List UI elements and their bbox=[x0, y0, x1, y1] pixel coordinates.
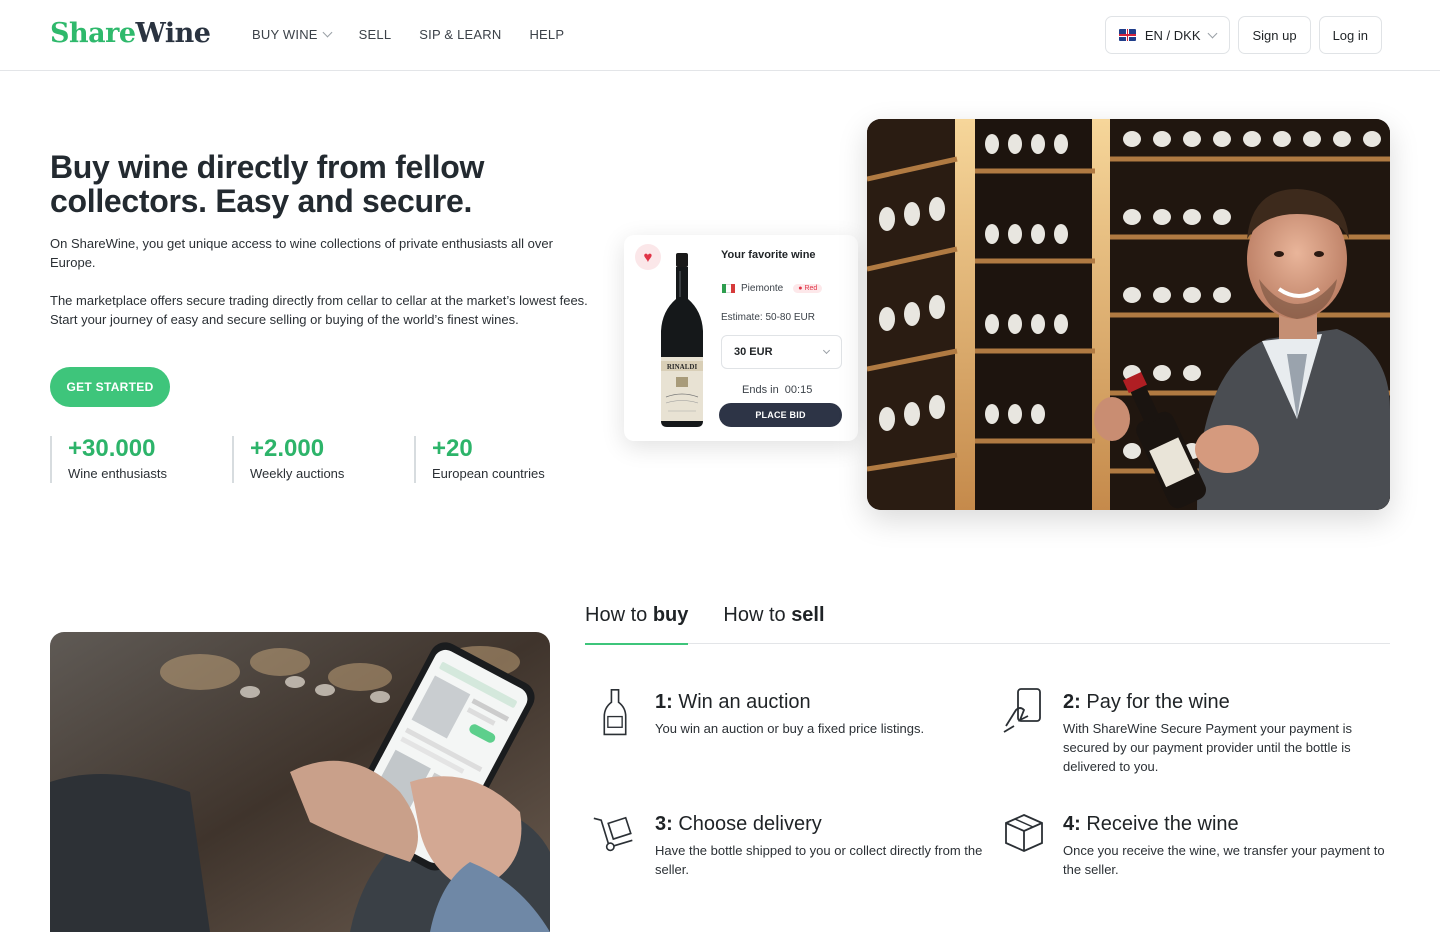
stat-value: +2.000 bbox=[250, 435, 325, 462]
get-started-button[interactable]: GET STARTED bbox=[50, 367, 170, 407]
stat-enthusiasts: +30.000 Wine enthusiasts bbox=[50, 436, 167, 483]
step-title-text: Pay for the wine bbox=[1080, 691, 1230, 713]
step-number: 2: bbox=[1063, 691, 1081, 713]
hero-cellar-image bbox=[867, 119, 1390, 510]
step-number: 4: bbox=[1063, 813, 1081, 835]
language-label: EN / DKK bbox=[1144, 27, 1201, 43]
step-title: 1: Win an auction bbox=[655, 690, 985, 714]
step-title: 2: Pay for the wine bbox=[1063, 690, 1390, 714]
nav-sell[interactable]: SELL bbox=[359, 27, 392, 42]
card-region: Piemonte ● Red bbox=[722, 283, 823, 294]
signup-button[interactable]: Sign up bbox=[1238, 16, 1311, 54]
nav-buy-wine-label: BUY WINE bbox=[252, 27, 318, 42]
nav-buy-wine[interactable]: BUY WINE bbox=[252, 27, 333, 42]
nav-help-label: HELP bbox=[529, 27, 565, 42]
chevron-down-icon bbox=[1208, 28, 1218, 38]
package-icon bbox=[1005, 814, 1043, 852]
hero-paragraph-1: On ShareWine, you get unique access to w… bbox=[50, 236, 553, 270]
uk-flag-icon bbox=[1118, 29, 1136, 41]
bottle-label-text: RINALDI bbox=[667, 363, 698, 371]
wine-bottle-image: RINALDI bbox=[661, 253, 703, 427]
nav-sip-learn[interactable]: SIP & LEARN bbox=[419, 27, 501, 42]
tab-prefix: How to bbox=[723, 604, 792, 626]
card-estimate: Estimate: 50-80 EUR bbox=[721, 312, 815, 323]
step-description: You win an auction or buy a fixed price … bbox=[655, 721, 925, 736]
stat-countries: +20 European countries bbox=[414, 436, 545, 483]
login-button[interactable]: Log in bbox=[1318, 16, 1382, 54]
step-3: 3: Choose delivery Have the bottle shipp… bbox=[655, 812, 985, 879]
step-title: 4: Receive the wine bbox=[1063, 812, 1390, 836]
italy-flag-icon bbox=[722, 284, 735, 293]
wine-type-badge: ● Red bbox=[793, 284, 823, 293]
step-number: 3: bbox=[655, 813, 673, 835]
hand-truck-icon bbox=[593, 816, 633, 852]
nav-sip-learn-label: SIP & LEARN bbox=[419, 27, 502, 42]
stat-label: European countries bbox=[432, 466, 545, 481]
hero-title: Buy wine directly from fellow collectors… bbox=[50, 149, 485, 219]
step-4: 4: Receive the wine Once you receive the… bbox=[1063, 812, 1390, 879]
nav-help[interactable]: HELP bbox=[529, 27, 564, 42]
main-nav: BUY WINE SELL SIP & LEARN HELP bbox=[252, 27, 564, 42]
step-2: 2: Pay for the wine With ShareWine Secur… bbox=[1063, 690, 1390, 776]
card-title: Your favorite wine bbox=[721, 249, 816, 261]
bid-amount-select[interactable]: 30 EUR bbox=[721, 335, 842, 369]
tab-prefix: How to bbox=[585, 604, 653, 626]
stat-label: Weekly auctions bbox=[250, 466, 345, 481]
chevron-down-icon bbox=[822, 346, 831, 354]
site-header: ShareWine BUY WINE SELL SIP & LEARN HELP… bbox=[0, 0, 1440, 71]
chevron-down-icon bbox=[322, 27, 333, 38]
step-title-text: Receive the wine bbox=[1080, 813, 1239, 835]
logo-wine: Wine bbox=[135, 18, 211, 49]
region-label: Piemonte bbox=[741, 283, 784, 294]
tab-how-to-buy[interactable]: How to buy bbox=[585, 604, 689, 645]
stat-label: Wine enthusiasts bbox=[68, 466, 167, 481]
stat-value: +30.000 bbox=[68, 435, 156, 462]
step-title-text: Win an auction bbox=[672, 691, 811, 713]
place-bid-button[interactable]: PLACE BID bbox=[719, 403, 842, 427]
bid-amount-value: 30 EUR bbox=[734, 346, 773, 358]
phone-app-image bbox=[50, 632, 550, 932]
signup-label: Sign up bbox=[1252, 27, 1297, 43]
payment-icon bbox=[1003, 688, 1041, 733]
language-selector[interactable]: EN / DKK bbox=[1104, 16, 1231, 54]
auction-countdown: Ends in 00:15 bbox=[742, 384, 813, 396]
step-title: 3: Choose delivery bbox=[655, 812, 985, 836]
tab-bold: buy bbox=[652, 604, 689, 626]
bottle-icon bbox=[603, 688, 627, 736]
step-description: Once you receive the wine, we transfer y… bbox=[1063, 843, 1385, 877]
nav-sell-label: SELL bbox=[358, 27, 392, 42]
step-description: Have the bottle shipped to you or collec… bbox=[655, 843, 983, 877]
hero-paragraph-2: The marketplace offers secure trading di… bbox=[50, 293, 588, 327]
step-number: 1: bbox=[655, 691, 673, 713]
stat-auctions: +2.000 Weekly auctions bbox=[232, 436, 344, 483]
wine-auction-card: ♥ RINALDI Your favorite wine Piemonte ● … bbox=[624, 235, 858, 441]
header-actions: EN / DKK Sign up Log in bbox=[1104, 16, 1382, 54]
login-label: Log in bbox=[1332, 27, 1368, 43]
wine-type-label: Red bbox=[804, 285, 818, 292]
sharewine-logo[interactable]: ShareWine bbox=[50, 18, 211, 49]
step-1: 1: Win an auction You win an auction or … bbox=[655, 690, 985, 738]
step-description: With ShareWine Secure Payment your payme… bbox=[1063, 721, 1353, 774]
howto-tabs: How to buy How to sell bbox=[585, 604, 1390, 645]
step-title-text: Choose delivery bbox=[672, 813, 822, 835]
logo-share: Share bbox=[50, 18, 136, 49]
tab-bold: sell bbox=[791, 604, 825, 626]
stat-value: +20 bbox=[432, 435, 473, 462]
tab-how-to-sell[interactable]: How to sell bbox=[723, 604, 824, 644]
